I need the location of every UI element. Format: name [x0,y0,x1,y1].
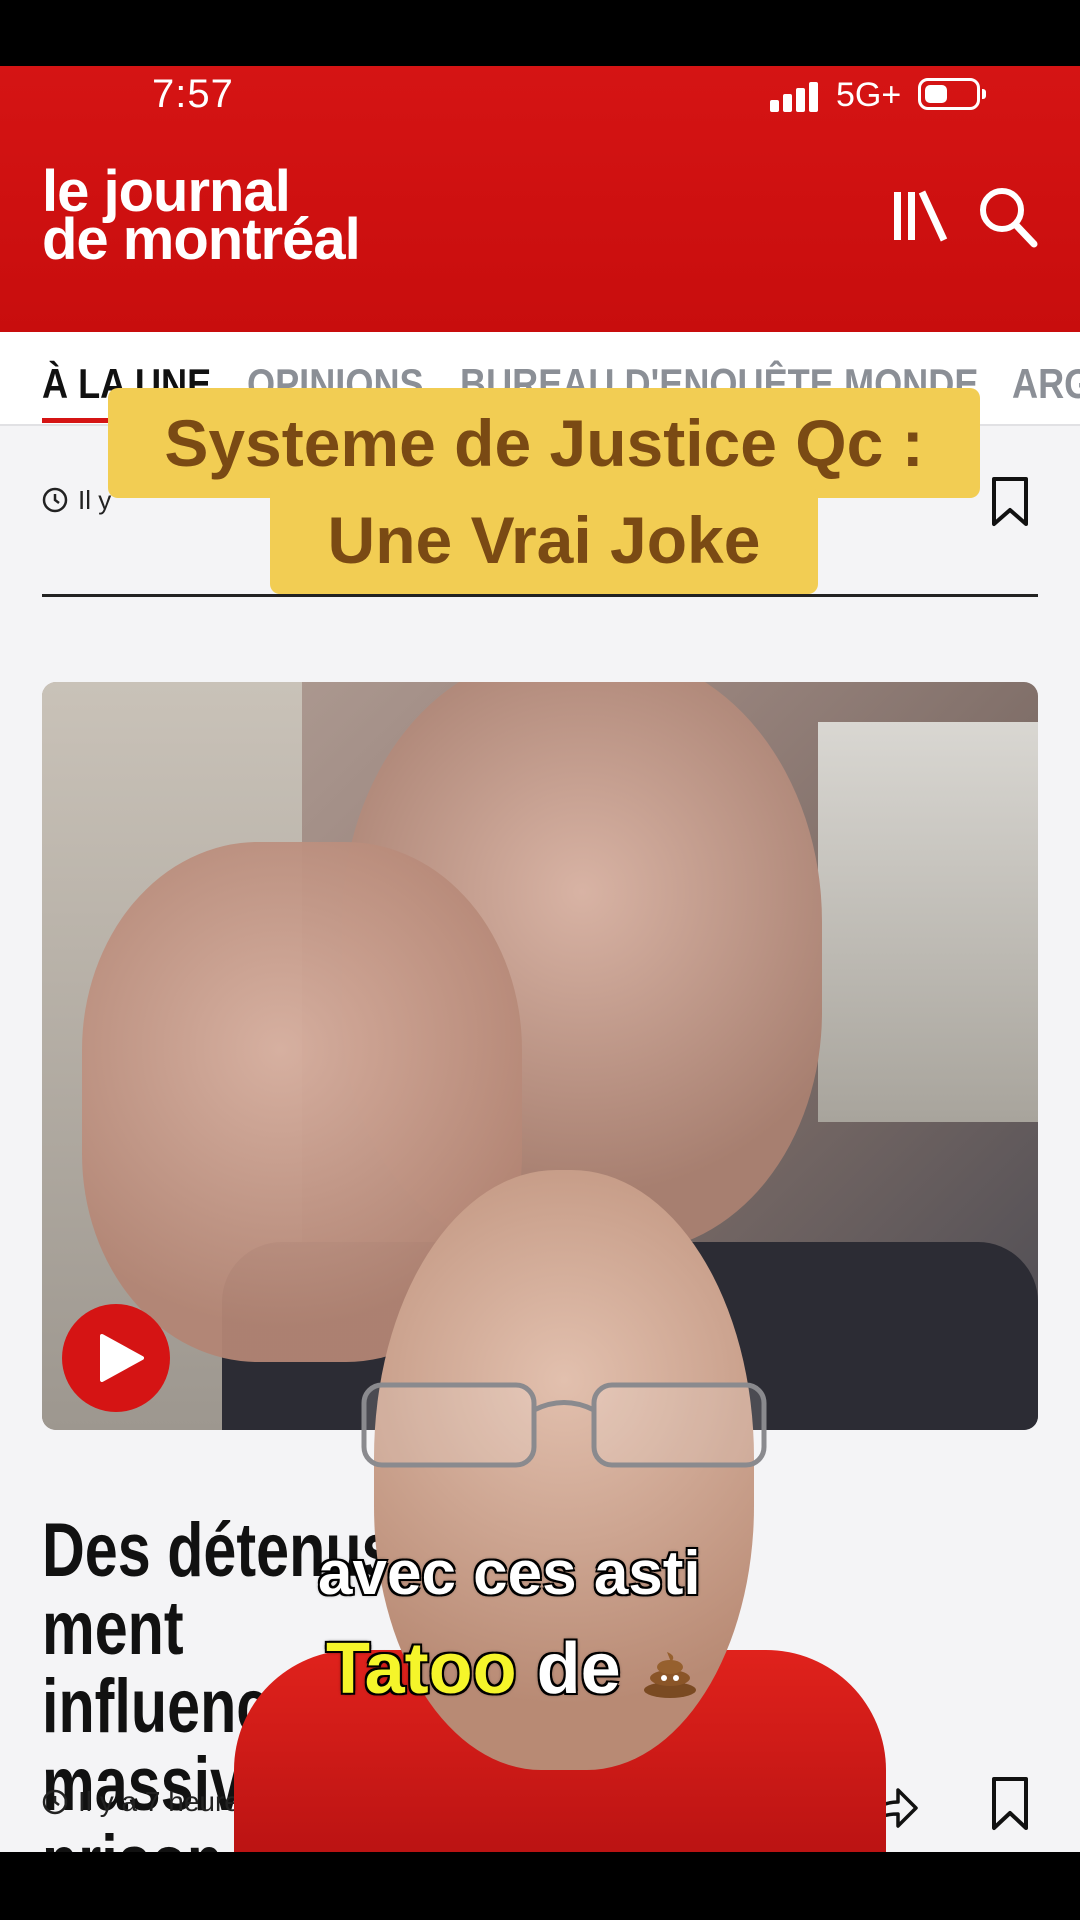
subtitle-line-2: Tatoo de [326,1628,699,1710]
app-header: 7:57 5G+ le journal de montréal [0,66,1080,332]
caption-line-2: Une Vrai Joke [270,486,818,594]
play-icon [100,1334,144,1382]
subtitle-highlight: Tatoo [326,1629,517,1709]
article-meta: Il y a 7 heures [42,1786,254,1818]
network-label: 5G+ [836,76,902,114]
logo-line2: de montréal [42,207,361,272]
battery-icon [918,78,986,110]
library-icon[interactable] [890,184,950,248]
poop-emoji-icon [643,1651,696,1698]
subtitle-word: de [536,1629,621,1709]
divider [42,594,1038,597]
clock-icon [42,1789,68,1815]
bookmark-icon[interactable] [990,1776,1030,1832]
subtitle-line-1: avec ces asti [318,1539,701,1608]
status-time: 7:57 [152,72,234,116]
journal-logo[interactable]: le journal de montréal [42,163,361,272]
bookmark-icon[interactable] [990,476,1030,528]
headline-fragment: ment [42,1586,184,1671]
tab-arg[interactable]: ARG [1012,360,1080,408]
top-article-meta: Il y [42,480,111,520]
caption-line-1: Systeme de Justice Qc : [108,388,980,498]
presenter-video-overlay [234,1170,886,1852]
top-article-time: Il y [78,484,112,515]
glasses-icon [361,1382,767,1468]
signal-icon [770,80,822,112]
clock-icon [42,487,68,513]
search-icon[interactable] [976,184,1038,248]
play-button[interactable] [62,1304,170,1412]
article-time: Il y a 7 heures [78,1786,254,1817]
